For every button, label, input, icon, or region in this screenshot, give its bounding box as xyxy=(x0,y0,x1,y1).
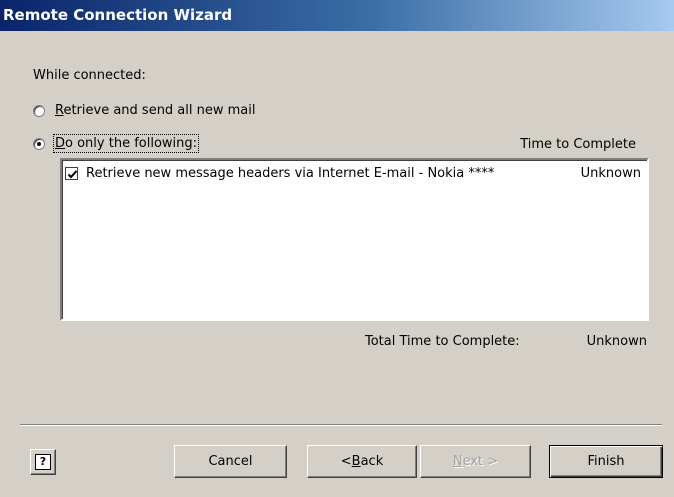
retrieve-send-all-label-rest: etrieve and send all new mail xyxy=(63,103,256,118)
do-only-following-radio-option[interactable]: Do only the following: xyxy=(33,134,200,153)
retrieve-send-all-radio[interactable] xyxy=(33,104,45,117)
while-connected-label: While connected: xyxy=(33,68,146,83)
title-bar[interactable]: Remote Connection Wizard xyxy=(0,0,674,31)
next-button[interactable]: Next > xyxy=(420,445,531,478)
back-button[interactable]: < Back xyxy=(307,445,417,478)
task-description: Retrieve new message headers via Interne… xyxy=(86,165,495,181)
retrieve-send-all-radio-option[interactable]: Retrieve and send all new mail xyxy=(33,103,256,118)
separator xyxy=(20,424,662,426)
retrieve-send-all-label[interactable]: Retrieve and send all new mail xyxy=(55,103,256,118)
wizard-window: Remote Connection Wizard While connected… xyxy=(0,0,674,497)
do-only-following-label[interactable]: Do only the following: xyxy=(52,134,200,153)
cancel-button[interactable]: Cancel xyxy=(174,445,287,478)
checkmark-icon xyxy=(67,169,78,178)
total-time-value: Unknown xyxy=(586,334,647,349)
total-time-label: Total Time to Complete: xyxy=(365,334,520,349)
do-only-following-radio[interactable] xyxy=(33,137,45,150)
window-title: Remote Connection Wizard xyxy=(3,6,233,24)
task-time: Unknown xyxy=(580,165,641,181)
tasks-listbox[interactable]: Retrieve new message headers via Interne… xyxy=(60,158,649,321)
do-only-following-label-rest: o only the following: xyxy=(65,136,198,151)
time-to-complete-header: Time to Complete xyxy=(520,137,636,152)
finish-button[interactable]: Finish xyxy=(549,445,663,478)
help-button[interactable]: ? xyxy=(30,449,56,475)
list-item[interactable]: Retrieve new message headers via Interne… xyxy=(65,163,644,183)
help-icon: ? xyxy=(35,454,51,470)
task-checkbox[interactable] xyxy=(65,166,78,180)
